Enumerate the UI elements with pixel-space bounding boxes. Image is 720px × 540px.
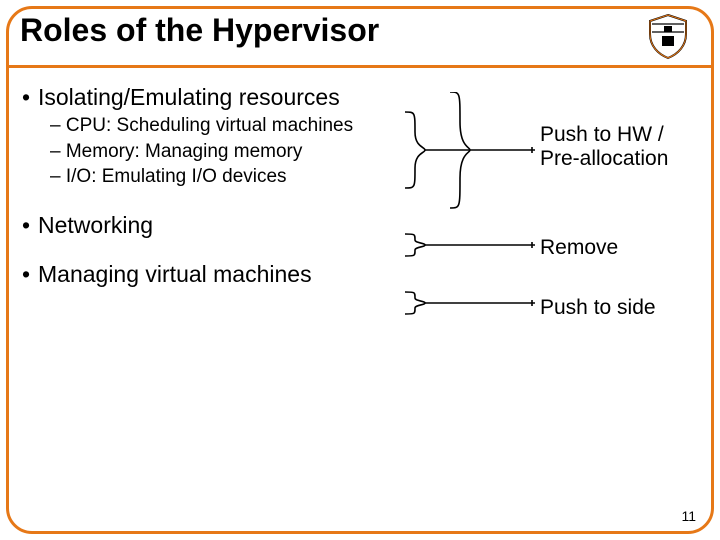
sub-io: – I/O: Emulating I/O devices bbox=[50, 164, 442, 190]
content-column: •Isolating/Emulating resources – CPU: Sc… bbox=[22, 78, 442, 290]
sub-cpu: – CPU: Scheduling virtual machines bbox=[50, 113, 442, 139]
page-title: Roles of the Hypervisor bbox=[20, 12, 379, 49]
annotation-remove: Remove bbox=[540, 236, 618, 260]
page-number: 11 bbox=[681, 508, 696, 524]
bullet-managing-vms: •Managing virtual machines bbox=[22, 261, 442, 288]
sub-label: Memory: Managing memory bbox=[66, 141, 303, 162]
annotation-push-side: Push to side bbox=[540, 296, 656, 320]
bullet-isolating: •Isolating/Emulating resources bbox=[22, 84, 442, 111]
annotation-push-hw: Push to HW / Pre-allocation bbox=[540, 123, 668, 171]
bullet-label: Networking bbox=[38, 212, 153, 238]
bullet-networking: •Networking bbox=[22, 212, 442, 239]
sub-label: I/O: Emulating I/O devices bbox=[66, 166, 287, 187]
sub-memory: – Memory: Managing memory bbox=[50, 139, 442, 165]
annotation-label: Push to HW / Pre-allocation bbox=[540, 123, 668, 170]
crest-icon bbox=[644, 12, 692, 60]
annotation-label: Push to side bbox=[540, 296, 656, 319]
brace-icon bbox=[390, 288, 540, 318]
slide: Roles of the Hypervisor •Isolating/Emula… bbox=[0, 0, 720, 540]
annotation-label: Remove bbox=[540, 236, 618, 259]
bullet-label: Isolating/Emulating resources bbox=[38, 84, 340, 110]
bullet-label: Managing virtual machines bbox=[38, 261, 312, 287]
title-separator bbox=[9, 65, 711, 68]
sub-label: CPU: Scheduling virtual machines bbox=[66, 115, 353, 136]
